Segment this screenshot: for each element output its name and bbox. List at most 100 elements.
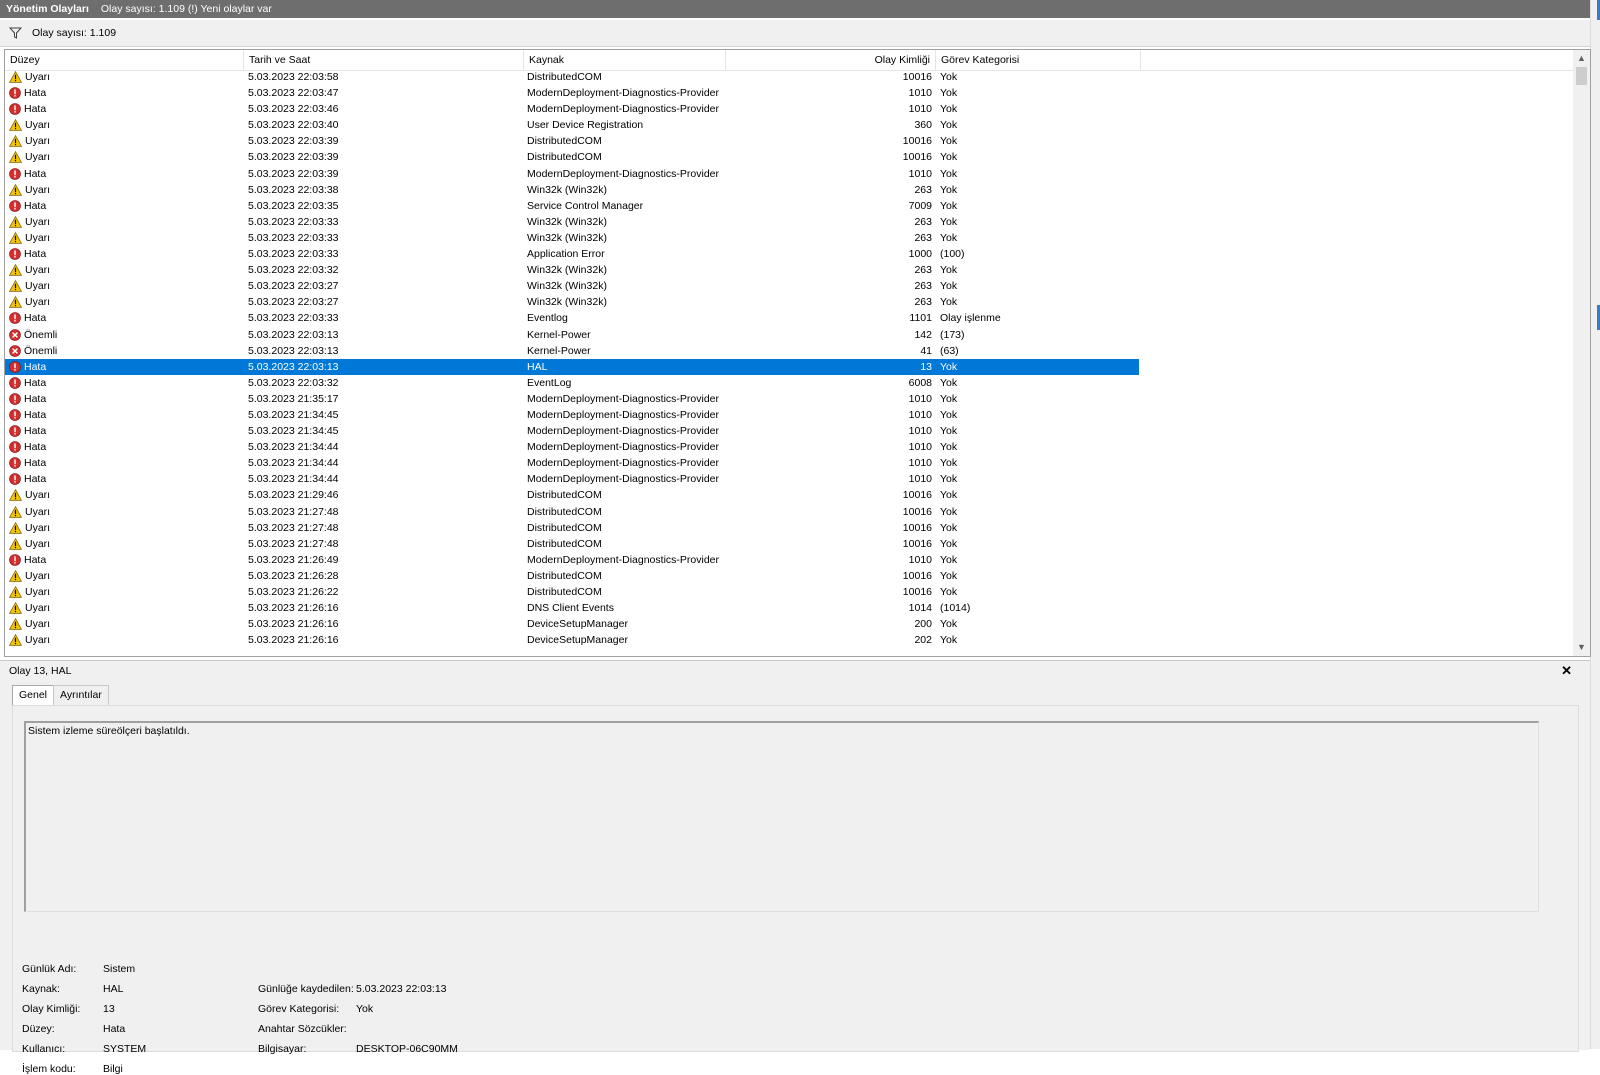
table-row[interactable]: Uyarı 5.03.2023 21:26:22 DistributedCOM 100… [5, 584, 1573, 600]
event-detail-panel: Olay 13, HAL ✕ Genel Ayrıntılar Sistem i… [0, 660, 1590, 1075]
cell-date: 5.03.2023 21:26:49 [248, 553, 339, 566]
computer-label: Bilgisayar: [258, 1043, 307, 1055]
table-row[interactable]: Uyarı 5.03.2023 22:03:39 DistributedCOM 100… [5, 133, 1573, 149]
table-row[interactable]: Hata 5.03.2023 22:03:47 ModernDeployment-D… [5, 85, 1573, 101]
table-row[interactable]: Hata 5.03.2023 21:26:49 ModernDeployment-D… [5, 552, 1573, 568]
table-row[interactable]: Hata 5.03.2023 21:34:45 ModernDeployment-D… [5, 407, 1573, 423]
table-row[interactable]: Hata 5.03.2023 21:35:17 ModernDeployment-D… [5, 391, 1573, 407]
cell-level: Uyarı [9, 600, 239, 616]
table-row[interactable]: Hata 5.03.2023 22:03:13 HAL 13 Yok [5, 358, 1573, 375]
tab-details[interactable]: Ayrıntılar [53, 685, 109, 705]
tab-general[interactable]: Genel [12, 685, 55, 706]
cell-task-category: Yok [940, 87, 958, 100]
table-row[interactable]: Uyarı 5.03.2023 22:03:27 Win32k (Win32k) 26… [5, 294, 1573, 310]
table-row[interactable]: Uyarı 5.03.2023 21:26:16 DeviceSetupManage… [5, 632, 1573, 648]
table-row[interactable]: Uyarı 5.03.2023 22:03:27 Win32k (Win32k) 26… [5, 278, 1573, 294]
cell-event-id: 41 [920, 344, 932, 357]
scroll-up-icon[interactable]: ▲ [1573, 50, 1590, 67]
close-icon[interactable]: ✕ [1561, 663, 1572, 679]
cell-event-id: 10016 [902, 537, 932, 550]
table-row[interactable]: Uyarı 5.03.2023 22:03:38 Win32k (Win32k) 26… [5, 182, 1573, 198]
table-row[interactable]: Uyarı 5.03.2023 21:26:16 DeviceSetupManage… [5, 616, 1573, 632]
event-description[interactable]: Sistem izleme süreölçeri başlatıldı. [24, 721, 1539, 912]
cell-task-category: Yok [940, 457, 958, 470]
table-row[interactable]: Hata 5.03.2023 21:34:45 ModernDeployment-D… [5, 423, 1573, 439]
cell-date: 5.03.2023 21:34:44 [248, 441, 339, 454]
scroll-down-icon[interactable]: ▼ [1573, 639, 1590, 656]
event-list[interactable]: Düzey Tarih ve Saat Kaynak Olay Kimliği … [4, 49, 1591, 657]
warning-icon [9, 183, 25, 196]
warning-icon [9, 602, 25, 614]
table-row[interactable]: Uyarı 5.03.2023 22:03:58 DistributedCOM 100… [5, 69, 1573, 85]
level-text: Hata [24, 457, 47, 470]
filter-icon[interactable] [9, 27, 22, 39]
table-row[interactable]: Uyarı 5.03.2023 21:26:28 DistributedCOM 100… [5, 568, 1573, 584]
column-header-source[interactable]: Kaynak [524, 50, 726, 70]
table-row[interactable]: Uyarı 5.03.2023 22:03:33 Win32k (Win32k) 26… [5, 214, 1573, 230]
table-row[interactable]: Hata 5.03.2023 22:03:33 Application Error 1… [5, 246, 1573, 262]
cell-task-category: (100) [940, 248, 965, 261]
table-row[interactable]: Hata 5.03.2023 22:03:35 Service Control Ma… [5, 198, 1573, 214]
cell-source: ModernDeployment-Diagnostics-Provider [527, 392, 719, 405]
cell-source: ModernDeployment-Diagnostics-Provider [527, 167, 719, 180]
cell-task-category: Yok [940, 408, 958, 421]
cell-source: Kernel-Power [527, 344, 591, 357]
error-icon [9, 376, 24, 389]
table-row[interactable]: Uyarı 5.03.2023 21:29:46 DistributedCOM 100… [5, 487, 1573, 503]
level-text: Uyarı [25, 586, 51, 598]
computer-value: DESKTOP-06C90MM [356, 1043, 458, 1055]
cell-level: Hata [9, 391, 239, 407]
cell-event-id: 1010 [908, 553, 932, 566]
cell-source: ModernDeployment-Diagnostics-Provider [527, 457, 719, 470]
cell-event-id: 1010 [908, 473, 932, 486]
table-row[interactable]: Uyarı 5.03.2023 21:27:48 DistributedCOM 100… [5, 536, 1573, 552]
column-header-date[interactable]: Tarih ve Saat [244, 50, 524, 70]
cell-date: 5.03.2023 22:03:38 [248, 183, 339, 196]
cell-source: DeviceSetupManager [527, 634, 628, 647]
cell-date: 5.03.2023 22:03:39 [248, 167, 339, 180]
cell-task-category: Yok [940, 264, 958, 277]
table-row[interactable]: Hata 5.03.2023 21:34:44 ModernDeployment-D… [5, 455, 1573, 471]
cell-task-category: Yok [940, 296, 958, 309]
cell-level: Hata [9, 455, 239, 471]
cell-source: DistributedCOM [527, 71, 602, 83]
critical-icon [9, 344, 24, 357]
table-row[interactable]: Hata 5.03.2023 22:03:32 EventLog 6008 Yok [5, 375, 1573, 391]
table-row[interactable]: Uyarı 5.03.2023 22:03:40 User Device Regis… [5, 117, 1573, 133]
table-row[interactable]: Önemli 5.03.2023 22:03:13 Kernel-Power 142 (… [5, 327, 1573, 343]
cell-level: Uyarı [9, 230, 239, 246]
cell-date: 5.03.2023 21:34:45 [248, 425, 339, 438]
column-header-level[interactable]: Düzey [5, 50, 244, 70]
cell-level: Uyarı [9, 182, 239, 198]
table-row[interactable]: Uyarı 5.03.2023 21:26:16 DNS Client Events… [5, 600, 1573, 616]
cell-task-category: Yok [940, 280, 958, 293]
cell-task-category: (173) [940, 328, 965, 341]
cell-date: 5.03.2023 22:03:13 [248, 328, 339, 341]
table-row[interactable]: Önemli 5.03.2023 22:03:13 Kernel-Power 41 (6… [5, 343, 1573, 359]
cell-date: 5.03.2023 21:35:17 [248, 392, 339, 405]
table-row[interactable]: Uyarı 5.03.2023 21:27:48 DistributedCOM 100… [5, 520, 1573, 536]
table-row[interactable]: Hata 5.03.2023 22:03:33 Eventlog 1101 Olay i… [5, 310, 1573, 326]
table-row[interactable]: Hata 5.03.2023 21:34:44 ModernDeployment-D… [5, 471, 1573, 487]
warning-icon [9, 280, 25, 292]
cell-date: 5.03.2023 21:29:46 [248, 489, 339, 502]
level-text: Uyarı [25, 119, 51, 132]
cell-level: Uyarı [9, 149, 239, 165]
table-row[interactable]: Hata 5.03.2023 22:03:46 ModernDeployment-D… [5, 101, 1573, 117]
column-header-task-category[interactable]: Görev Kategorisi [936, 50, 1141, 70]
table-row[interactable]: Uyarı 5.03.2023 22:03:39 DistributedCOM 100… [5, 149, 1573, 165]
window-titlebar: Yönetim Olayları Olay sayısı: 1.109 (!) … [0, 0, 1590, 18]
scroll-thumb[interactable] [1576, 67, 1587, 85]
table-row[interactable]: Hata 5.03.2023 21:34:44 ModernDeployment-D… [5, 439, 1573, 455]
level-text: Uyarı [25, 602, 51, 615]
warning-icon [9, 569, 25, 582]
table-row[interactable]: Hata 5.03.2023 22:03:39 ModernDeployment-D… [5, 166, 1573, 182]
warning-icon [9, 296, 25, 309]
table-row[interactable]: Uyarı 5.03.2023 21:27:48 DistributedCOM 100… [5, 504, 1573, 520]
vertical-scrollbar[interactable]: ▲ ▼ [1573, 50, 1590, 656]
table-row[interactable]: Uyarı 5.03.2023 22:03:33 Win32k (Win32k) 26… [5, 230, 1573, 246]
table-row[interactable]: Uyarı 5.03.2023 22:03:32 Win32k (Win32k) 26… [5, 262, 1573, 278]
column-header-event-id[interactable]: Olay Kimliği [726, 50, 936, 70]
cell-task-category: Yok [940, 505, 958, 518]
event-id-label: Olay Kimliği: [22, 1003, 81, 1015]
